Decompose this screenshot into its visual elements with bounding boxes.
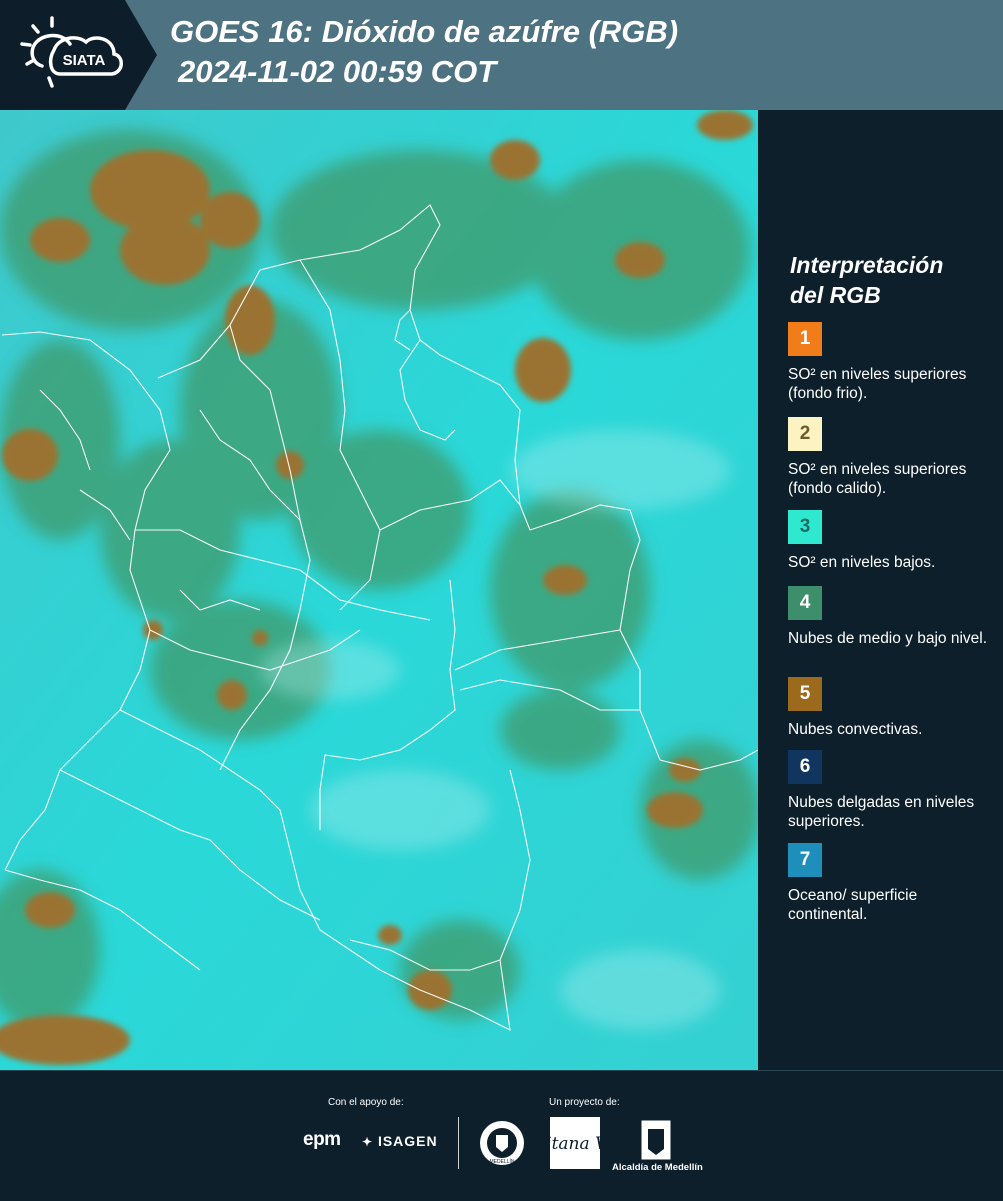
legend-item-3: 3 SO² en niveles bajos. xyxy=(788,510,998,572)
legend-swatch-2: 2 xyxy=(788,417,822,451)
legend-label-5: Nubes convectivas. xyxy=(788,721,923,738)
legend-item-4: 4 Nubes de medio y bajo nivel. xyxy=(788,586,998,648)
epm-logo: epm xyxy=(303,1129,341,1150)
legend-swatch-1: 1 xyxy=(788,322,822,356)
page-title: GOES 16: Dióxido de azúfre (RGB) xyxy=(170,14,679,49)
isagen-logo: ✦ ISAGEN xyxy=(362,1133,438,1149)
area-metropolitana-logo-text: Área Metropolitana Valle de Aburrá xyxy=(550,1133,600,1154)
support-label: Con el apoyo de: xyxy=(328,1097,404,1108)
legend-label-2: SO² en niveles superiores (fondo calido)… xyxy=(788,461,967,497)
legend-swatch-6: 6 xyxy=(788,750,822,784)
medellin-seal-text: MEDELLÍN xyxy=(489,1158,514,1165)
legend-label-4: Nubes de medio y bajo nivel. xyxy=(788,630,988,647)
footer-divider xyxy=(458,1117,459,1169)
alcaldia-seal xyxy=(641,1120,671,1160)
legend-item-6: 6 Nubes delgadas en niveles superiores. xyxy=(788,750,998,831)
legend-label-7: Oceano/ superficie continental. xyxy=(788,887,918,923)
page-timestamp: 2024-11-02 00:59 COT xyxy=(178,54,497,89)
project-label: Un proyecto de: xyxy=(549,1097,620,1108)
siata-logo: SIATA xyxy=(20,16,123,88)
alcaldia-label: Alcaldía de Medellín xyxy=(612,1162,703,1173)
legend-title: Interpretación del RGB xyxy=(790,250,943,310)
legend-title-line2: del RGB xyxy=(790,282,881,308)
isagen-logo-icon: ✦ xyxy=(362,1135,374,1149)
legend-swatch-7: 7 xyxy=(788,843,822,877)
legend-label-3: SO² en niveles bajos. xyxy=(788,554,936,571)
legend-label-1: SO² en niveles superiores (fondo frio). xyxy=(788,366,967,402)
legend-swatch-3: 3 xyxy=(788,510,822,544)
legend-title-line1: Interpretación xyxy=(790,252,944,278)
legend-panel: Interpretación del RGB 1 SO² en niveles … xyxy=(775,110,1003,1070)
isagen-logo-text: ISAGEN xyxy=(377,1133,438,1149)
medellin-seal: MEDELLÍN xyxy=(480,1121,524,1165)
satellite-map xyxy=(0,110,758,1070)
legend-item-1: 1 SO² en niveles superiores (fondo frio)… xyxy=(788,322,998,403)
footer: Con el apoyo de: Un proyecto de: epm ✦ I… xyxy=(0,1070,1003,1201)
area-metropolitana-logo: Área Metropolitana Valle de Aburrá xyxy=(550,1117,600,1169)
legend-item-5: 5 Nubes convectivas. xyxy=(788,677,998,739)
legend-swatch-4: 4 xyxy=(788,586,822,620)
legend-label-6: Nubes delgadas en niveles superiores. xyxy=(788,794,975,830)
legend-item-2: 2 SO² en niveles superiores (fondo calid… xyxy=(788,417,998,503)
satellite-image xyxy=(0,110,758,1070)
header: SIATA GOES 16: Dióxido de azúfre (RGB) 2… xyxy=(0,0,1003,110)
legend-item-7: 7 Oceano/ superficie continental. xyxy=(788,843,998,924)
legend-swatch-5: 5 xyxy=(788,677,822,711)
siata-logo-text: SIATA xyxy=(63,52,106,69)
